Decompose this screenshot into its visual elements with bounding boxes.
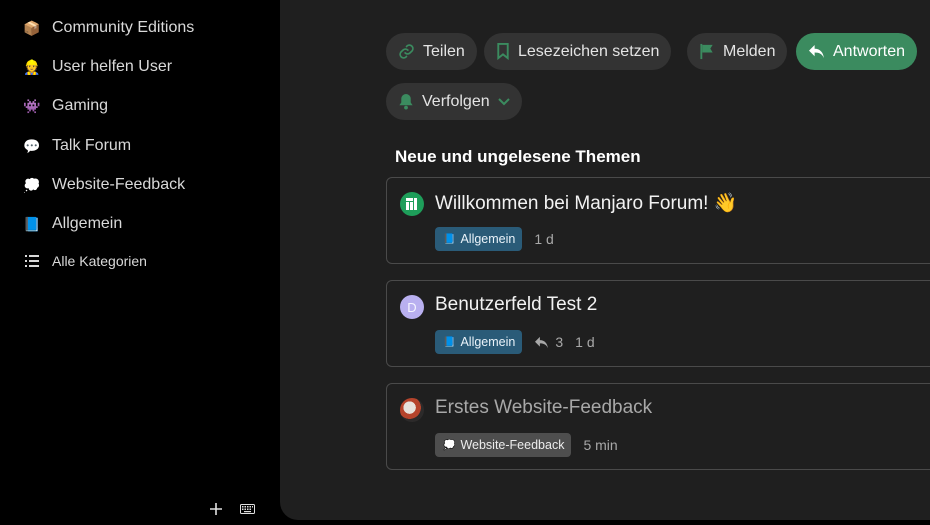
share-label: Teilen: [423, 42, 465, 60]
topic-age: 1 d: [534, 231, 554, 247]
sidebar-item-gaming[interactable]: 👾 Gaming: [22, 94, 108, 118]
topic-card[interactable]: Willkommen bei Manjaro Forum! 👋 📘 Allgem…: [386, 177, 930, 264]
chevron-down-icon: [497, 97, 510, 105]
alien-monster-icon: 👾: [23, 97, 41, 114]
blue-book-icon: 📘: [23, 215, 41, 232]
topic-title[interactable]: Erstes Website-Feedback: [435, 397, 652, 419]
sidebar-item-label: Gaming: [52, 97, 109, 114]
section-title: Neue und ungelesene Themen: [395, 147, 641, 166]
list-icon: [22, 251, 42, 271]
sidebar-item-alle-kategorien[interactable]: Alle Kategorien: [22, 249, 147, 273]
sidebar-item-allgemein[interactable]: 📘 Allgemein: [22, 212, 122, 236]
add-icon[interactable]: [210, 503, 222, 515]
speech-bubble-icon: 💬: [23, 137, 41, 154]
topic-card[interactable]: D Benutzerfeld Test 2 📘 Allgemein 3 1 d: [386, 280, 930, 367]
category-label: Website-Feedback: [460, 438, 565, 452]
main-content: Teilen Lesezeichen setzen Melden Antwort…: [280, 0, 930, 520]
bookmark-icon: [497, 43, 509, 60]
link-icon: [399, 44, 414, 59]
reply-button[interactable]: Antworten: [796, 33, 918, 70]
sidebar-item-community-editions[interactable]: 📦 Community Editions: [22, 16, 194, 40]
sidebar-item-label: Community Editions: [52, 19, 195, 36]
sidebar-item-label: User helfen User: [52, 58, 173, 75]
bookmark-label: Lesezeichen setzen: [518, 42, 660, 60]
topic-title[interactable]: Benutzerfeld Test 2: [435, 294, 597, 316]
worker-icon: 👷: [23, 58, 41, 75]
category-label: Allgemein: [460, 335, 516, 349]
reply-count-value: 3: [555, 334, 564, 350]
reply-count: 3: [534, 334, 563, 350]
thought-bubble-icon: 💭: [23, 176, 41, 193]
category-badge[interactable]: 📘 Allgemein: [435, 227, 523, 251]
topic-age: 1 d: [575, 334, 595, 350]
bookmark-button[interactable]: Lesezeichen setzen: [484, 33, 672, 70]
sidebar-item-user-helfen-user[interactable]: 👷 User helfen User: [22, 55, 172, 79]
sidebar-item-label: Allgemein: [52, 215, 123, 232]
sidebar-item-website-feedback[interactable]: 💭 Website-Feedback: [22, 173, 185, 197]
sidebar-item-label: Alle Kategorien: [52, 253, 147, 269]
share-button[interactable]: Teilen: [386, 33, 477, 70]
category-badge[interactable]: 📘 Allgemein: [435, 330, 523, 354]
manjaro-logo-avatar: [400, 192, 424, 216]
avatar: D: [400, 295, 424, 319]
topic-card[interactable]: Erstes Website-Feedback 💭 Website-Feedba…: [386, 383, 930, 470]
keyboard-icon[interactable]: [240, 504, 255, 514]
topic-title[interactable]: Willkommen bei Manjaro Forum! 👋: [435, 191, 737, 215]
thought-bubble-icon: 💭: [443, 439, 456, 451]
sidebar: 📦 Community Editions 👷 User helfen User …: [0, 0, 280, 525]
follow-dropdown[interactable]: Verfolgen: [386, 83, 522, 120]
avatar: [400, 398, 424, 422]
reply-label: Antworten: [833, 42, 906, 60]
reply-icon: [809, 44, 824, 59]
category-badge[interactable]: 💭 Website-Feedback: [435, 433, 572, 457]
reply-icon: [535, 336, 549, 348]
category-label: Allgemein: [460, 232, 516, 246]
sidebar-item-label: Talk Forum: [52, 137, 132, 154]
blue-book-icon: 📘: [443, 233, 456, 245]
blue-book-icon: 📘: [443, 336, 456, 348]
flag-button[interactable]: Melden: [687, 33, 788, 70]
sidebar-item-label: Website-Feedback: [52, 176, 186, 193]
follow-label: Verfolgen: [422, 92, 490, 110]
topic-age: 5 min: [583, 437, 618, 453]
sidebar-item-talk-forum[interactable]: 💬 Talk Forum: [22, 134, 131, 158]
bell-icon: [399, 93, 413, 110]
sidebar-footer: [210, 503, 255, 515]
package-icon: 📦: [23, 19, 41, 36]
flag-label: Melden: [723, 42, 776, 60]
flag-icon: [700, 43, 713, 60]
